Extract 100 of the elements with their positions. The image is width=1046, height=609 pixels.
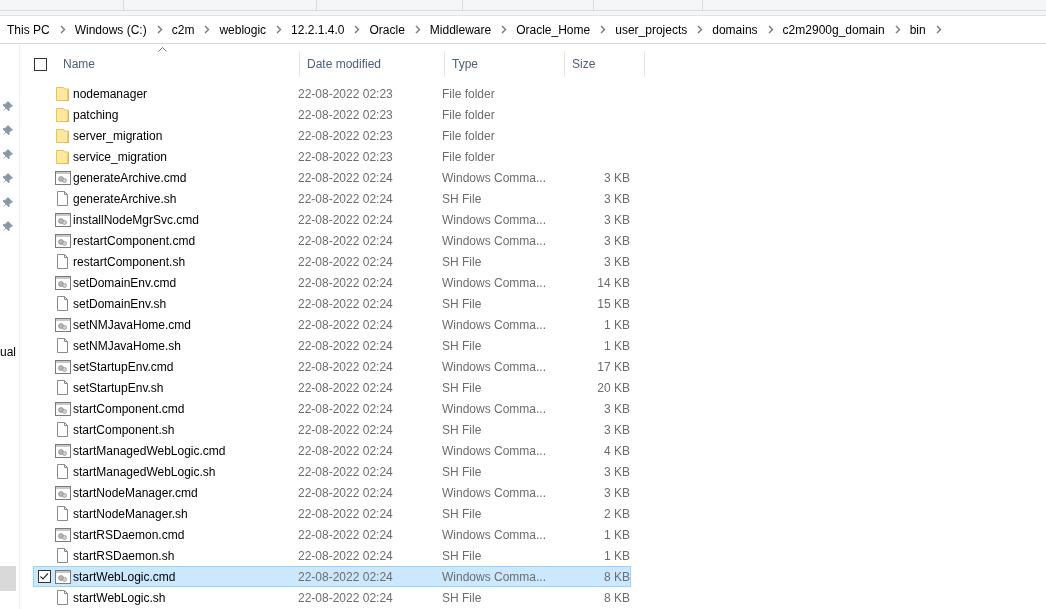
pin-icon[interactable] [3, 197, 13, 207]
file-size: 3 KB [604, 233, 630, 248]
file-row[interactable]: startNodeManager.cmd 22-08-2022 02:24 Windows Comma... 3 KB [33, 482, 631, 503]
breadcrumb-item[interactable]: This PC [7, 22, 50, 37]
file-row[interactable]: generateArchive.cmd 22-08-2022 02:24 Windows Comma... 3 KB [33, 167, 631, 188]
file-row[interactable]: restartComponent.cmd 22-08-2022 02:24 Windows Comma... 3 KB [33, 230, 631, 251]
file-row[interactable]: startComponent.sh 22-08-2022 02:24 SH File 3 KB [33, 419, 631, 440]
file-type: Windows Comma... [442, 233, 547, 248]
breadcrumb-item[interactable]: Oracle [369, 22, 405, 37]
breadcrumb-item[interactable]: c2m [171, 22, 195, 37]
file-size: 3 KB [604, 485, 630, 500]
folder-icon [56, 86, 69, 101]
date-modified: 22-08-2022 02:24 [298, 254, 393, 269]
script-file-icon [54, 275, 71, 290]
chevron-icon [501, 25, 508, 34]
file-icon [56, 338, 69, 353]
pin-icon[interactable] [3, 101, 13, 111]
file-row[interactable]: startManagedWebLogic.sh 22-08-2022 02:24 SH File 3 KB [33, 461, 631, 482]
pin-icon[interactable] [3, 125, 13, 135]
pin-icon[interactable] [3, 173, 13, 183]
file-name: startManagedWebLogic.sh [73, 464, 216, 479]
file-type: Windows Comma... [442, 275, 547, 290]
checkbox[interactable] [38, 570, 51, 583]
file-type: File folder [442, 107, 495, 122]
column-header[interactable]: Type [452, 57, 478, 71]
date-modified: 22-08-2022 02:24 [298, 212, 393, 227]
pin-icon[interactable] [3, 221, 13, 231]
address-bar[interactable]: This PC Windows (C:) c2m weblogic 12.2.1.4.0 Oracle Middleware Oracle_Home user_projects domains c2m2900g_domain bin [0, 16, 1046, 44]
breadcrumb-item[interactable]: domains [712, 22, 758, 37]
file-row[interactable]: restartComponent.sh 22-08-2022 02:24 SH File 3 KB [33, 251, 631, 272]
file-type: SH File [442, 296, 482, 311]
breadcrumb-item[interactable]: bin [909, 22, 926, 37]
file-name: startWebLogic.cmd [73, 569, 176, 584]
file-row[interactable]: startWebLogic.cmd 22-08-2022 02:24 Windows Comma... 8 KB [33, 566, 631, 587]
date-modified: 22-08-2022 02:24 [298, 506, 393, 521]
chevron-icon [600, 25, 607, 34]
file-row[interactable]: setStartupEnv.sh 22-08-2022 02:24 SH File 20 KB [33, 377, 631, 398]
file-type: SH File [442, 380, 482, 395]
breadcrumb-item[interactable]: 12.2.1.4.0 [291, 22, 345, 37]
date-modified: 22-08-2022 02:24 [298, 401, 393, 416]
file-icon [56, 296, 69, 311]
breadcrumb-item[interactable]: Windows (C:) [74, 22, 147, 37]
breadcrumb-item[interactable]: user_projects [615, 22, 688, 37]
script-file-icon [54, 569, 71, 584]
chevron-icon [354, 25, 361, 34]
folder-icon [56, 128, 69, 143]
file-type: Windows Comma... [442, 359, 547, 374]
file-type: Windows Comma... [442, 212, 547, 227]
pin-icon[interactable] [3, 149, 13, 159]
date-modified: 22-08-2022 02:24 [298, 422, 393, 437]
file-name: server_migration [73, 128, 163, 143]
file-icon [56, 254, 69, 269]
column-header[interactable]: Date modified [307, 57, 382, 71]
file-row[interactable]: nodemanager 22-08-2022 02:23 File folder [33, 83, 631, 104]
file-row[interactable]: setDomainEnv.sh 22-08-2022 02:24 SH File 15 KB [33, 293, 631, 314]
select-all-checkbox[interactable] [34, 57, 47, 71]
file-row[interactable]: startRSDaemon.cmd 22-08-2022 02:24 Windows Comma... 1 KB [33, 524, 631, 545]
file-size: 2 KB [604, 506, 630, 521]
file-name: generateArchive.cmd [73, 170, 187, 185]
file-row[interactable]: generateArchive.sh 22-08-2022 02:24 SH File 3 KB [33, 188, 631, 209]
file-row[interactable]: server_migration 22-08-2022 02:23 File folder [33, 125, 631, 146]
file-row[interactable]: setStartupEnv.cmd 22-08-2022 02:24 Windows Comma... 17 KB [33, 356, 631, 377]
file-name: setStartupEnv.cmd [73, 359, 174, 374]
file-row[interactable]: installNodeMgrSvc.cmd 22-08-2022 02:24 Windows Comma... 3 KB [33, 209, 631, 230]
file-row[interactable]: startRSDaemon.sh 22-08-2022 02:24 SH File 1 KB [33, 545, 631, 566]
breadcrumb-item[interactable]: Middleware [429, 22, 492, 37]
file-name: nodemanager [73, 86, 148, 101]
file-size: 15 KB [597, 296, 630, 311]
file-row[interactable]: setNMJavaHome.cmd 22-08-2022 02:24 Windows Comma... 1 KB [33, 314, 631, 335]
breadcrumb-item[interactable]: c2m2900g_domain [782, 22, 885, 37]
file-type: File folder [442, 86, 495, 101]
file-name: startManagedWebLogic.cmd [73, 443, 226, 458]
file-row[interactable]: startNodeManager.sh 22-08-2022 02:24 SH File 2 KB [33, 503, 631, 524]
file-size: 8 KB [604, 569, 630, 584]
file-type: Windows Comma... [442, 527, 547, 542]
file-row[interactable]: setDomainEnv.cmd 22-08-2022 02:24 Windows Comma... 14 KB [33, 272, 631, 293]
date-modified: 22-08-2022 02:23 [298, 107, 393, 122]
file-row[interactable]: startWebLogic.sh 22-08-2022 02:24 SH File 8 KB [33, 587, 631, 608]
date-modified: 22-08-2022 02:24 [298, 275, 393, 290]
breadcrumb-item[interactable]: weblogic [219, 22, 267, 37]
file-type: File folder [442, 128, 495, 143]
file-row[interactable]: patching 22-08-2022 02:23 File folder [33, 104, 631, 125]
file-row[interactable]: startManagedWebLogic.cmd 22-08-2022 02:24 Windows Comma... 4 KB [33, 440, 631, 461]
nav-item[interactable]: ual [0, 340, 16, 365]
file-type: SH File [442, 590, 482, 605]
file-type: Windows Comma... [442, 170, 547, 185]
file-type: Windows Comma... [442, 443, 547, 458]
column-header[interactable]: Size [572, 57, 596, 71]
script-file-icon [54, 212, 71, 227]
date-modified: 22-08-2022 02:24 [298, 527, 393, 542]
file-row[interactable]: setNMJavaHome.sh 22-08-2022 02:24 SH File 1 KB [33, 335, 631, 356]
column-header[interactable]: Name [63, 57, 95, 71]
file-size: 3 KB [604, 191, 630, 206]
date-modified: 22-08-2022 02:24 [298, 233, 393, 248]
file-row[interactable]: startComponent.cmd 22-08-2022 02:24 Windows Comma... 3 KB [33, 398, 631, 419]
breadcrumb-item[interactable]: Oracle_Home [516, 22, 591, 37]
file-row[interactable]: service_migration 22-08-2022 02:23 File folder [33, 146, 631, 167]
chevron-icon [697, 25, 704, 34]
file-type: Windows Comma... [442, 485, 547, 500]
date-modified: 22-08-2022 02:24 [298, 464, 393, 479]
